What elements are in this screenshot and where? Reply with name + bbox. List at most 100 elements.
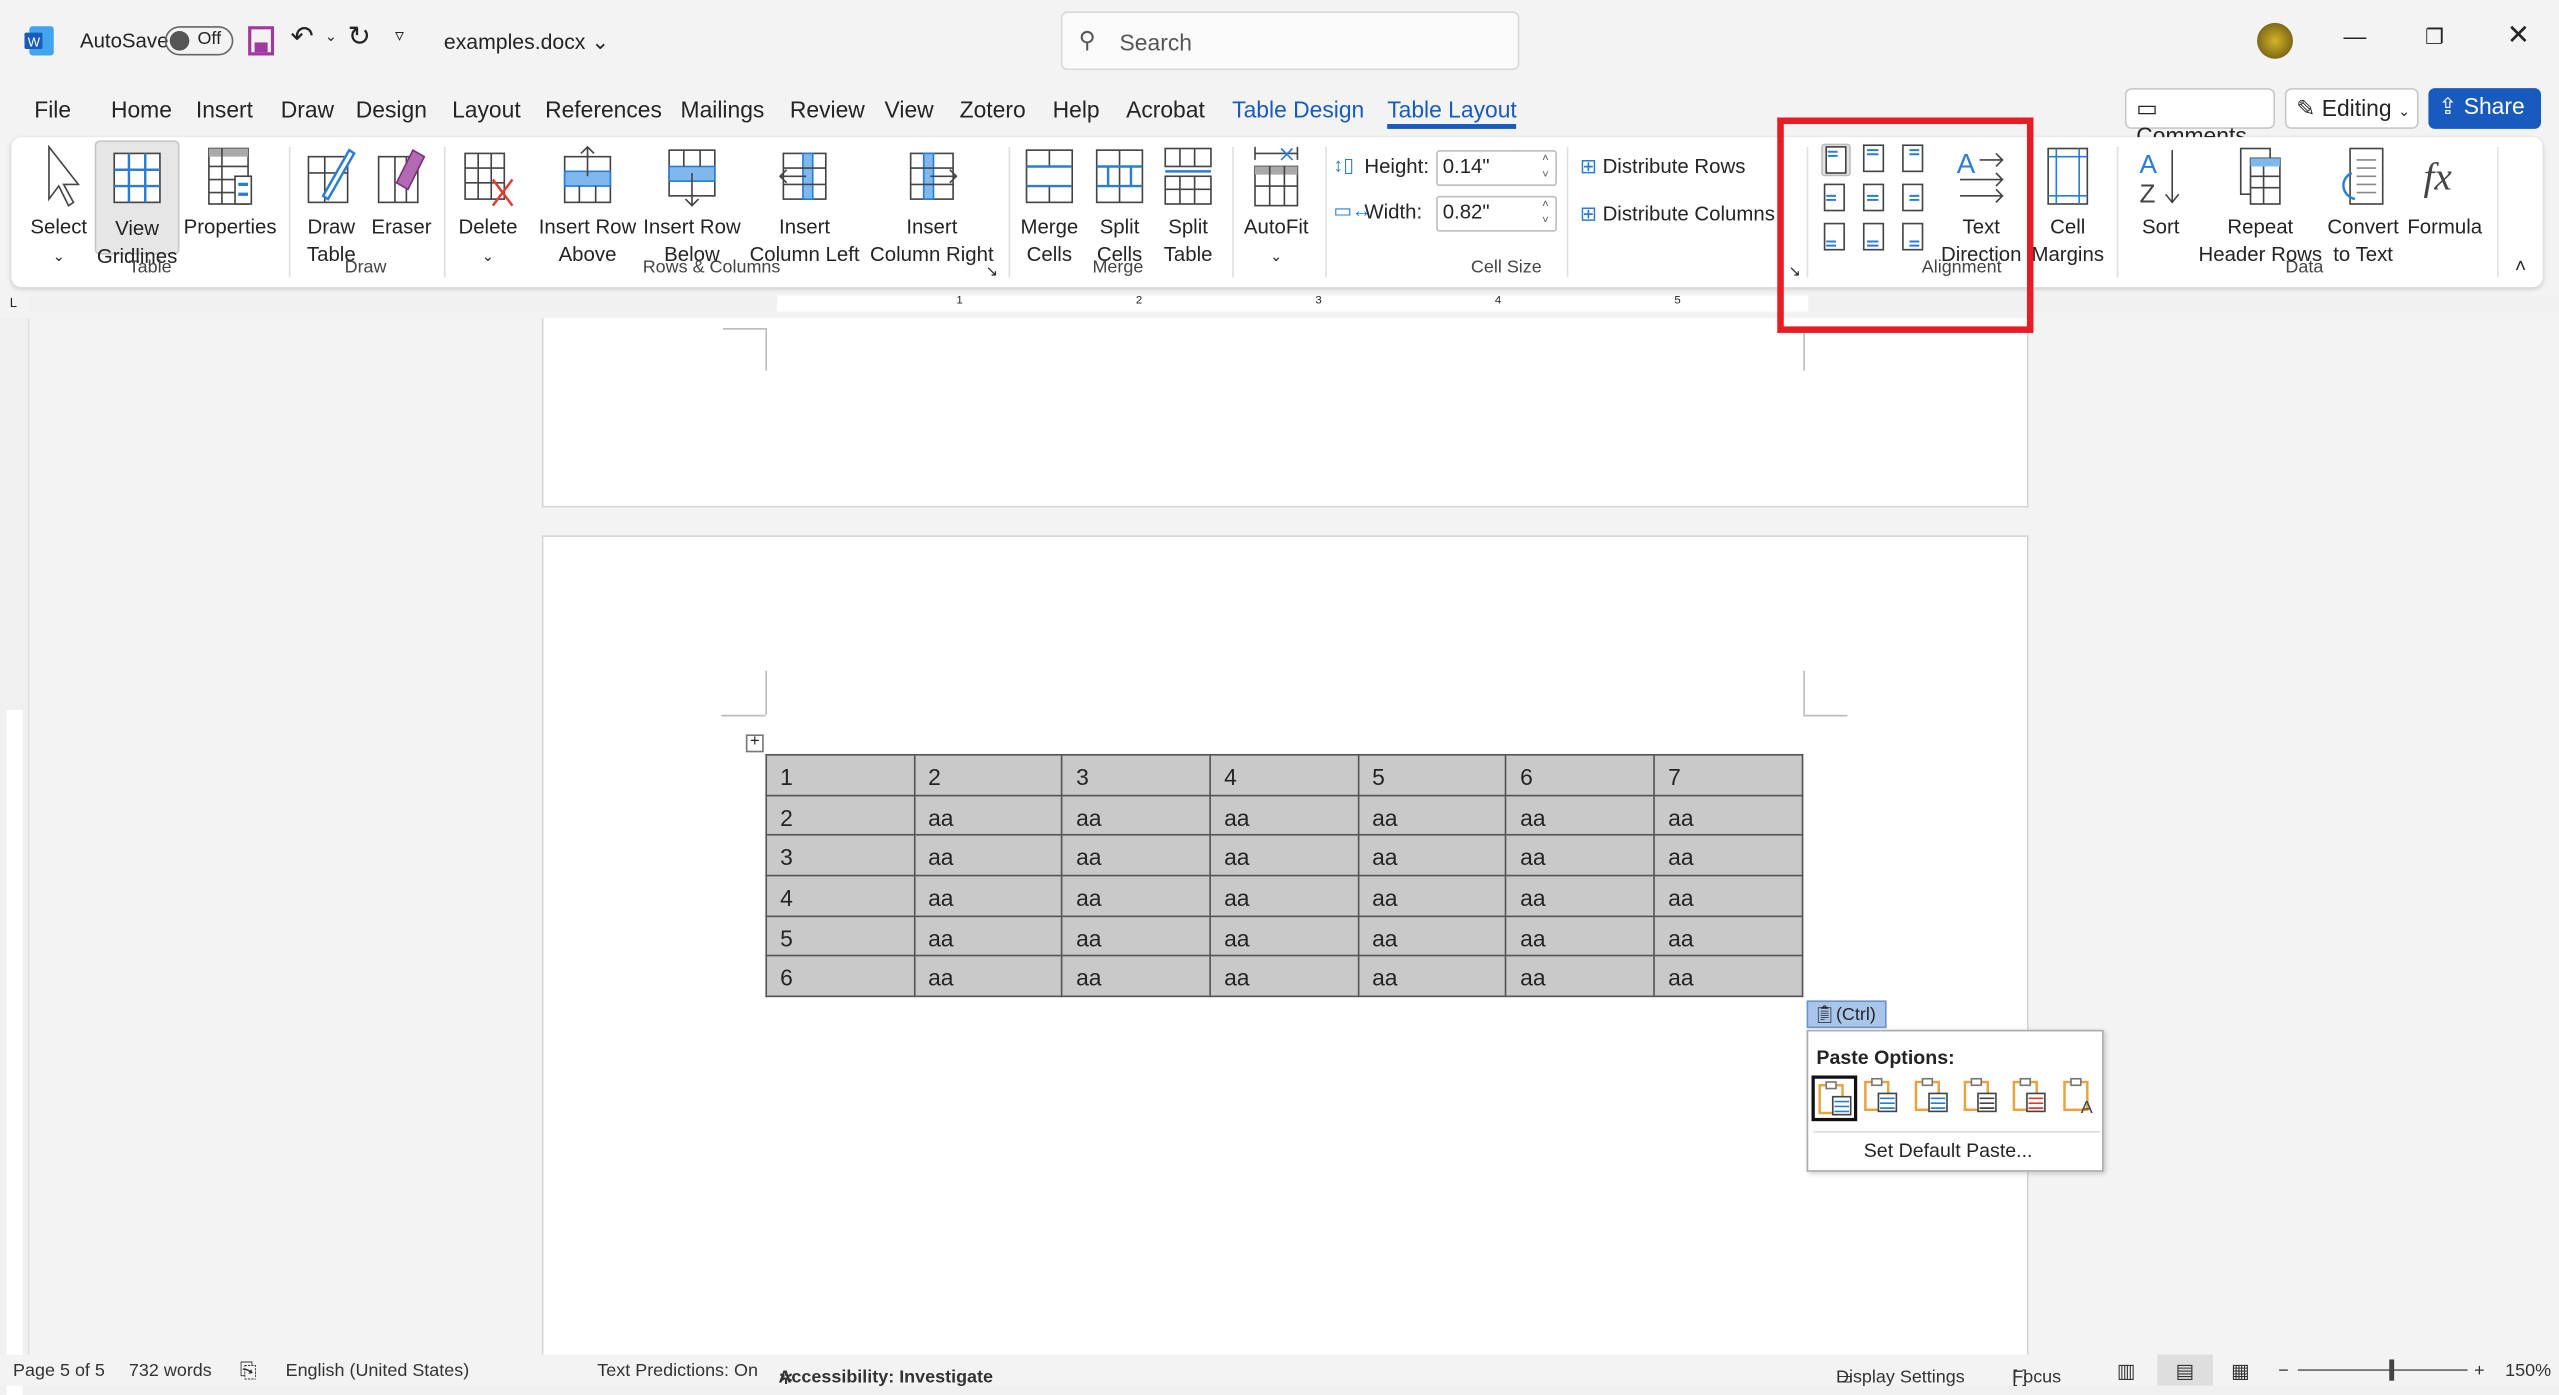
tab-file[interactable]: File: [34, 96, 71, 122]
table-cell[interactable]: 2: [765, 794, 916, 837]
zoom-level[interactable]: 150%: [2505, 1361, 2551, 1381]
table-cell[interactable]: 6: [765, 955, 916, 998]
tab-selector-icon[interactable]: L: [10, 295, 17, 310]
tab-layout[interactable]: Layout: [452, 96, 521, 122]
table-cell[interactable]: 4: [765, 874, 916, 917]
proofing-icon[interactable]: ⎘: [240, 1358, 257, 1384]
collapse-ribbon-icon[interactable]: ˄: [2515, 255, 2526, 278]
paste-option-keep-source-formatting[interactable]: [1861, 1075, 1907, 1121]
spinner-arrows-icon[interactable]: ˄ ˅: [1542, 197, 1549, 230]
table-cell[interactable]: aa: [1061, 794, 1212, 837]
table-cell[interactable]: aa: [1061, 955, 1212, 998]
zoom-slider-thumb[interactable]: [2389, 1359, 2395, 1381]
table-cell[interactable]: aa: [1209, 794, 1360, 837]
table-cell[interactable]: 3: [1061, 753, 1212, 796]
table-cell[interactable]: aa: [1357, 955, 1508, 998]
undo-dropdown-icon[interactable]: ⌄: [325, 28, 337, 46]
table-cell[interactable]: aa: [1357, 834, 1508, 877]
zoom-out-icon[interactable]: −: [2278, 1361, 2289, 1381]
tab-mailings[interactable]: Mailings: [681, 96, 765, 122]
paste-option-insert-as-new-rows[interactable]: [2009, 1075, 2055, 1121]
customize-qat-icon[interactable]: ▿: [395, 24, 404, 46]
table-cell[interactable]: aa: [913, 794, 1064, 837]
table-cell[interactable]: 1: [765, 753, 916, 796]
table-cell[interactable]: aa: [1653, 874, 1804, 917]
table-cell[interactable]: 6: [1505, 753, 1656, 796]
tab-table-design[interactable]: Table Design: [1232, 96, 1364, 122]
table-cell[interactable]: aa: [1209, 915, 1360, 958]
table-cell[interactable]: 7: [1653, 753, 1804, 796]
save-icon[interactable]: [248, 26, 275, 56]
vertical-ruler[interactable]: [0, 318, 30, 1395]
insert-row-below-button[interactable]: Insert Row Below: [641, 140, 742, 269]
formula-button[interactable]: fx Formula: [2404, 140, 2486, 241]
table-cell[interactable]: 3: [765, 834, 916, 877]
rows-columns-dialog-launcher-icon[interactable]: ↘: [986, 263, 998, 281]
draw-table-button[interactable]: Draw Table: [299, 140, 364, 269]
table-cell[interactable]: 5: [1357, 753, 1508, 796]
convert-to-text-button[interactable]: Convert to Text: [2322, 140, 2404, 269]
document-table[interactable]: 1 2 3 4 5 6 7 2 aa aa aa aa aa aa 3 aa aa aa aa aa aa 4 aa aa aa…: [765, 753, 1804, 998]
horizontal-ruler[interactable]: 1 2 3 4 5: [29, 295, 2559, 312]
sort-button[interactable]: A Z Sort: [2130, 140, 2192, 241]
table-cell[interactable]: aa: [913, 955, 1064, 998]
tab-draw[interactable]: Draw: [281, 96, 334, 122]
zoom-in-icon[interactable]: +: [2474, 1361, 2485, 1381]
minimize-icon[interactable]: —: [2344, 23, 2367, 49]
tab-design[interactable]: Design: [356, 96, 427, 122]
table-cell[interactable]: aa: [1653, 955, 1804, 998]
merge-cells-button[interactable]: Merge Cells: [1015, 140, 1084, 269]
view-gridlines-button[interactable]: View Gridlines: [94, 140, 180, 268]
table-cell[interactable]: aa: [1505, 794, 1656, 837]
cell-margins-button[interactable]: Cell Margins: [2029, 140, 2107, 269]
redo-icon[interactable]: ↻: [348, 21, 371, 54]
tab-insert[interactable]: Insert: [196, 96, 253, 122]
table-cell[interactable]: aa: [1505, 915, 1656, 958]
table-cell[interactable]: aa: [913, 834, 1064, 877]
table-cell[interactable]: aa: [1061, 915, 1212, 958]
table-cell[interactable]: aa: [1653, 794, 1804, 837]
editing-mode-button[interactable]: ✎ Editing ⌄: [2284, 88, 2419, 129]
paste-option-use-destination-styles[interactable]: [1811, 1075, 1858, 1122]
table-cell[interactable]: aa: [1653, 915, 1804, 958]
table-cell[interactable]: 4: [1209, 753, 1360, 796]
table-cell[interactable]: aa: [1357, 794, 1508, 837]
language[interactable]: English (United States): [286, 1361, 470, 1381]
print-layout-button[interactable]: ▤: [2157, 1354, 2213, 1386]
paste-option-merge-table[interactable]: [1960, 1075, 2006, 1121]
properties-button[interactable]: Properties: [181, 140, 279, 241]
table-cell[interactable]: aa: [1357, 874, 1508, 917]
tab-acrobat[interactable]: Acrobat: [1126, 96, 1205, 122]
paste-options-ctrl-button[interactable]: 📋︎(Ctrl) ▼: [1806, 1000, 1887, 1043]
comments-button[interactable]: ▭ Comments: [2124, 88, 2276, 149]
repeat-header-rows-button[interactable]: Repeat Header Rows: [2198, 140, 2322, 269]
tab-help[interactable]: Help: [1053, 96, 1100, 122]
distribute-columns-button[interactable]: ⊞ Distribute Columns: [1580, 201, 1775, 225]
table-cell[interactable]: aa: [1209, 834, 1360, 877]
read-mode-icon[interactable]: ▥: [2117, 1359, 2136, 1382]
close-icon[interactable]: ✕: [2507, 20, 2530, 53]
filename[interactable]: examples.docx ⌄: [444, 29, 609, 55]
restore-icon[interactable]: ❐: [2425, 24, 2444, 50]
avatar[interactable]: [2257, 22, 2293, 59]
paste-option-nest-table[interactable]: [1910, 1075, 1956, 1121]
delete-button[interactable]: Delete ⌄: [452, 140, 524, 271]
tab-references[interactable]: References: [545, 96, 662, 122]
table-cell[interactable]: aa: [1209, 874, 1360, 917]
tab-table-layout[interactable]: Table Layout: [1387, 96, 1517, 129]
tab-zotero[interactable]: Zotero: [960, 96, 1026, 122]
search-box[interactable]: ⚲ Search: [1060, 11, 1520, 71]
paste-option-keep-text-only[interactable]: A: [2059, 1075, 2105, 1121]
table-cell[interactable]: 2: [913, 753, 1064, 796]
tab-view[interactable]: View: [885, 96, 934, 122]
page-count[interactable]: Page 5 of 5: [13, 1361, 105, 1381]
web-layout-icon[interactable]: ▦: [2231, 1359, 2250, 1382]
table-cell[interactable]: aa: [1357, 915, 1508, 958]
tab-home[interactable]: Home: [111, 96, 172, 122]
autosave-toggle[interactable]: Off: [164, 26, 234, 56]
autofit-button[interactable]: AutoFit ⌄: [1239, 140, 1314, 271]
table-cell[interactable]: aa: [1061, 874, 1212, 917]
height-input[interactable]: 0.14" ˄ ˅: [1436, 150, 1557, 187]
share-button[interactable]: ⇪ Share ⌄: [2428, 88, 2542, 145]
table-cell[interactable]: aa: [1505, 834, 1656, 877]
